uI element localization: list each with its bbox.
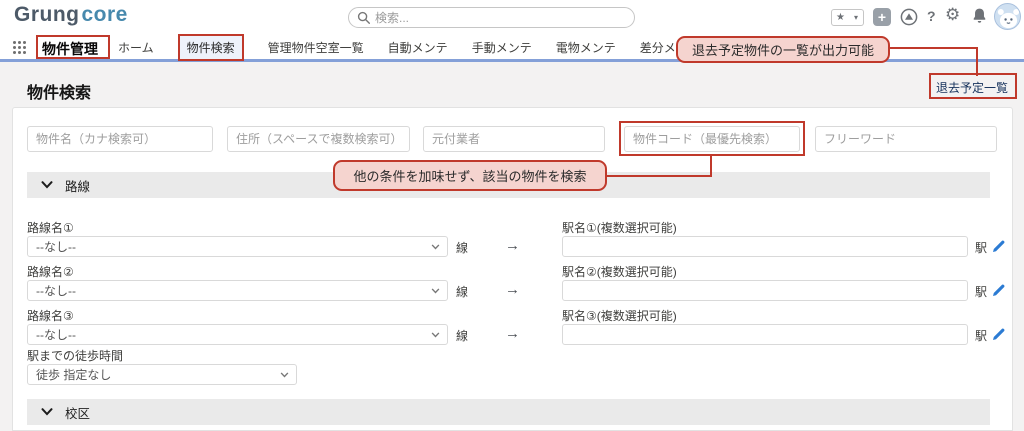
line-name-2-label: 路線名② xyxy=(27,263,74,280)
station-name-1-label: 駅名①(複数選択可能) xyxy=(562,219,677,236)
station-unit-3: 駅 xyxy=(975,327,987,344)
global-header: Grungcore ★ ▾ + ? ⚙ xyxy=(0,0,1024,33)
property-name-input[interactable] xyxy=(27,126,213,152)
tab-manual-maintenance[interactable]: 手動メンテ xyxy=(472,39,532,56)
favorites-star-button[interactable]: ★ xyxy=(831,9,850,26)
tab-managed-vacancy-list[interactable]: 管理物件空室一覧 xyxy=(268,39,364,56)
tab-diff-maintenance[interactable]: 差分メンテ xyxy=(640,39,700,56)
station-name-1-input[interactable] xyxy=(562,236,968,257)
line-unit-3: 線 xyxy=(456,327,468,344)
page-title: 物件検索 xyxy=(27,79,91,103)
tab-home[interactable]: ホーム xyxy=(118,39,154,56)
section-line-label: 路線 xyxy=(65,176,90,195)
tab-denbutsu-maintenance[interactable]: 電物メンテ xyxy=(556,39,616,56)
guidance-center-icon[interactable] xyxy=(899,7,919,27)
property-code-input[interactable] xyxy=(624,126,800,152)
app-window: Grungcore ★ ▾ + ? ⚙ xyxy=(0,0,1024,431)
listing-agent-input[interactable] xyxy=(423,126,605,152)
line-name-2-select[interactable]: --なし-- xyxy=(27,280,448,301)
chevron-down-icon xyxy=(280,372,289,378)
line-name-3-label: 路線名③ xyxy=(27,307,74,324)
edit-pencil-icon[interactable] xyxy=(992,239,1006,258)
chevron-down-icon xyxy=(431,332,440,338)
notifications-bell-icon[interactable] xyxy=(971,7,988,24)
help-icon[interactable]: ? xyxy=(927,8,936,24)
line-name-1-value: --なし-- xyxy=(28,238,431,255)
chevron-down-icon xyxy=(431,244,440,250)
logo-text-dark: Grung xyxy=(14,3,80,26)
station-name-3-label: 駅名③(複数選択可能) xyxy=(562,307,677,324)
global-search-input[interactable] xyxy=(375,8,630,27)
line-name-1-label: 路線名① xyxy=(27,219,74,236)
arrow-right-icon: → xyxy=(505,325,520,342)
app-name[interactable]: 物件管理 xyxy=(42,39,98,59)
address-input[interactable] xyxy=(227,126,410,152)
section-line[interactable]: 路線 xyxy=(27,172,990,198)
chevron-down-icon xyxy=(41,181,53,189)
station-name-2-label: 駅名②(複数選択可能) xyxy=(562,263,677,280)
chevron-down-icon xyxy=(41,408,53,416)
station-name-3-input[interactable] xyxy=(562,324,968,345)
app-launcher-icon[interactable] xyxy=(13,41,26,54)
walk-time-label: 駅までの徒歩時間 xyxy=(27,347,123,364)
station-unit-1: 駅 xyxy=(975,239,987,256)
app-logo: Grungcore xyxy=(14,3,128,27)
freeword-input[interactable] xyxy=(815,126,997,152)
walk-time-select[interactable]: 徒歩 指定なし xyxy=(27,364,297,385)
line-name-3-value: --なし-- xyxy=(28,326,431,343)
line-unit-2: 線 xyxy=(456,283,468,300)
move-out-list-button[interactable]: 退去予定一覧 xyxy=(936,79,1008,96)
station-unit-2: 駅 xyxy=(975,283,987,300)
arrow-right-icon: → xyxy=(505,281,520,298)
nav-tabs: ホーム 物件検索 管理物件空室一覧 自動メンテ 手動メンテ 電物メンテ 差分メン… xyxy=(118,33,700,62)
section-school[interactable]: 校区 xyxy=(27,399,990,425)
search-icon xyxy=(357,11,371,25)
logo-text-blue: core xyxy=(82,3,128,26)
line-name-3-select[interactable]: --なし-- xyxy=(27,324,448,345)
section-school-label: 校区 xyxy=(65,403,90,422)
tab-auto-maintenance[interactable]: 自動メンテ xyxy=(388,39,448,56)
line-unit-1: 線 xyxy=(456,239,468,256)
arrow-right-icon: → xyxy=(505,237,520,254)
setup-gear-icon[interactable]: ⚙ xyxy=(945,5,960,25)
edit-pencil-icon[interactable] xyxy=(992,283,1006,302)
favorites-dropdown-button[interactable]: ▾ xyxy=(849,9,864,26)
line-name-2-value: --なし-- xyxy=(28,282,431,299)
walk-time-value: 徒歩 指定なし xyxy=(28,366,280,383)
tab-property-search[interactable]: 物件検索 xyxy=(178,34,244,61)
chevron-down-icon xyxy=(431,288,440,294)
user-avatar[interactable] xyxy=(994,3,1021,30)
global-actions-button[interactable]: + xyxy=(873,8,891,26)
line-name-1-select[interactable]: --なし-- xyxy=(27,236,448,257)
global-search xyxy=(348,7,635,28)
station-name-2-input[interactable] xyxy=(562,280,968,301)
edit-pencil-icon[interactable] xyxy=(992,327,1006,346)
